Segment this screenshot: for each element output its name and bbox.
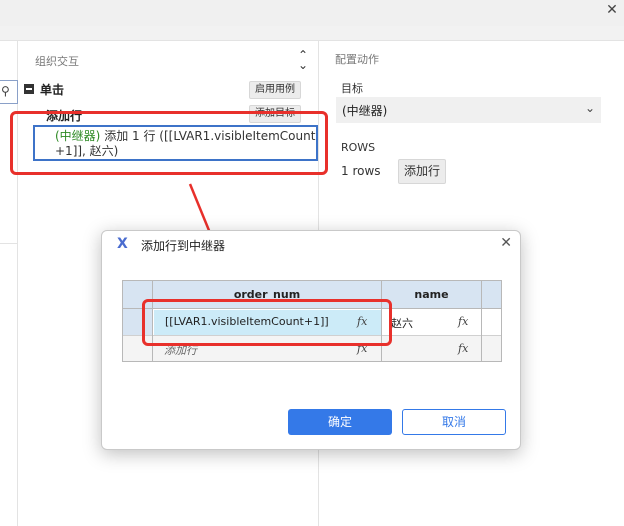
cell-name[interactable]: 赵六 — [391, 315, 413, 331]
tree-collapse-icon[interactable] — [24, 84, 34, 94]
interaction-panel-title: 组织交互 — [35, 55, 79, 68]
dialog-title: 添加行到中继器 — [141, 239, 226, 253]
add-row-button[interactable]: 添加行 — [398, 159, 447, 184]
highlight-box-cell — [142, 299, 392, 346]
ok-button[interactable]: 确定 — [288, 409, 392, 435]
window-titlebar: ✕ — [0, 0, 624, 26]
column-divider — [481, 281, 482, 361]
fx-icon[interactable]: fx — [458, 342, 468, 355]
app-logo-icon: X — [117, 236, 128, 252]
target-label: 目标 — [341, 82, 363, 95]
target-select[interactable]: (中继器) ⌄ — [336, 97, 601, 123]
configure-action-title: 配置动作 — [335, 53, 379, 66]
target-select-value: (中继器) — [342, 104, 388, 118]
search-icon: ⚲ — [1, 84, 10, 98]
rows-count: 1 rows — [341, 164, 381, 178]
expand-collapse-icon[interactable]: ⌃ ⌄ — [296, 49, 310, 71]
left-search-input[interactable]: ⚲ — [0, 80, 18, 104]
chevron-down-icon: ⌄ — [584, 101, 595, 115]
left-divider — [0, 243, 18, 244]
dialog-close-icon[interactable]: ✕ — [500, 235, 512, 251]
highlight-box-action — [10, 111, 328, 175]
enable-usecase-button[interactable]: 启用用例 — [249, 81, 301, 99]
fx-icon[interactable]: fx — [458, 315, 468, 328]
cancel-button[interactable]: 取消 — [402, 409, 506, 435]
rows-label: ROWS — [341, 141, 376, 154]
window-close-icon[interactable]: ✕ — [604, 2, 620, 18]
event-label[interactable]: 单击 — [40, 81, 64, 98]
column-header-name: name — [414, 288, 449, 301]
